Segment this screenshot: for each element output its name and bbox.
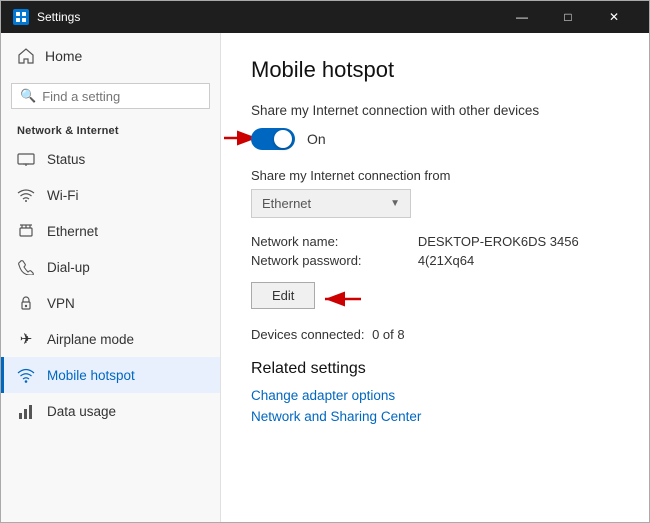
sidebar-item-status-label: Status (47, 152, 85, 167)
sidebar-item-data-label: Data usage (47, 404, 116, 419)
vpn-icon (17, 294, 35, 312)
sidebar-item-wifi[interactable]: Wi-Fi (1, 177, 220, 213)
home-icon (17, 47, 35, 65)
window-title: Settings (37, 10, 499, 24)
maximize-button[interactable]: □ (545, 1, 591, 33)
title-bar: Settings — □ ✕ (1, 1, 649, 33)
dialup-icon (17, 258, 35, 276)
network-password-key: Network password: (251, 253, 402, 268)
sidebar-item-status[interactable]: Status (1, 141, 220, 177)
share-from-dropdown-row: Ethernet ▼ (251, 189, 619, 218)
search-icon: 🔍 (20, 88, 36, 104)
window-content: Home 🔍 Network & Internet Status (1, 33, 649, 522)
sidebar-item-airplane-label: Airplane mode (47, 332, 134, 347)
sidebar-item-airplane[interactable]: ✈ Airplane mode (1, 321, 220, 357)
search-box[interactable]: 🔍 (11, 83, 210, 109)
share-from-dropdown[interactable]: Ethernet ▼ (251, 189, 411, 218)
share-from-label: Share my Internet connection from (251, 168, 619, 183)
toggle-label: On (307, 131, 326, 147)
edit-row: Edit (251, 282, 619, 309)
related-settings-title: Related settings (251, 360, 619, 378)
close-button[interactable]: ✕ (591, 1, 637, 33)
page-title: Mobile hotspot (251, 57, 619, 83)
sidebar-item-dialup-label: Dial-up (47, 260, 90, 275)
devices-row: Devices connected: 0 of 8 (251, 327, 619, 342)
network-name-val: DESKTOP-EROK6DS 3456 (418, 234, 619, 249)
sidebar-item-dialup[interactable]: Dial-up (1, 249, 220, 285)
network-info: Network name: DESKTOP-EROK6DS 3456 Netwo… (251, 234, 619, 268)
arrow-to-edit (311, 286, 366, 312)
share-toggle[interactable] (251, 128, 295, 150)
sidebar-item-hotspot-label: Mobile hotspot (47, 368, 135, 383)
airplane-icon: ✈ (17, 330, 35, 348)
devices-val: 0 of 8 (372, 327, 405, 342)
main-panel: Mobile hotspot Share my Internet connect… (221, 33, 649, 522)
sidebar-item-wifi-label: Wi-Fi (47, 188, 78, 203)
sidebar-item-home[interactable]: Home (1, 33, 220, 79)
hotspot-icon (17, 366, 35, 384)
sidebar-item-hotspot[interactable]: Mobile hotspot (1, 357, 220, 393)
minimize-button[interactable]: — (499, 1, 545, 33)
app-icon (13, 9, 29, 25)
edit-button[interactable]: Edit (251, 282, 315, 309)
sidebar-item-ethernet[interactable]: Ethernet (1, 213, 220, 249)
network-password-val: 4(21Xq64 (418, 253, 619, 268)
settings-window: Settings — □ ✕ Home 🔍 Network & Interne (0, 0, 650, 523)
dropdown-arrow-icon: ▼ (390, 198, 400, 209)
home-label: Home (45, 48, 82, 64)
network-name-key: Network name: (251, 234, 402, 249)
ethernet-icon (17, 222, 35, 240)
wifi-icon (17, 186, 35, 204)
sidebar-item-vpn-label: VPN (47, 296, 75, 311)
change-adapter-link[interactable]: Change adapter options (251, 388, 619, 403)
sidebar-item-data[interactable]: Data usage (1, 393, 220, 429)
data-icon (17, 402, 35, 420)
sidebar-item-vpn[interactable]: VPN (1, 285, 220, 321)
sidebar-item-ethernet-label: Ethernet (47, 224, 98, 239)
dropdown-value: Ethernet (262, 196, 311, 211)
sidebar-section-label: Network & Internet (1, 119, 220, 141)
share-label: Share my Internet connection with other … (251, 103, 619, 118)
toggle-row: On (251, 128, 619, 150)
window-controls: — □ ✕ (499, 1, 637, 33)
devices-key: Devices connected: (251, 327, 364, 342)
sidebar: Home 🔍 Network & Internet Status (1, 33, 221, 522)
status-icon (17, 150, 35, 168)
network-sharing-link[interactable]: Network and Sharing Center (251, 409, 619, 424)
search-input[interactable] (42, 89, 201, 104)
